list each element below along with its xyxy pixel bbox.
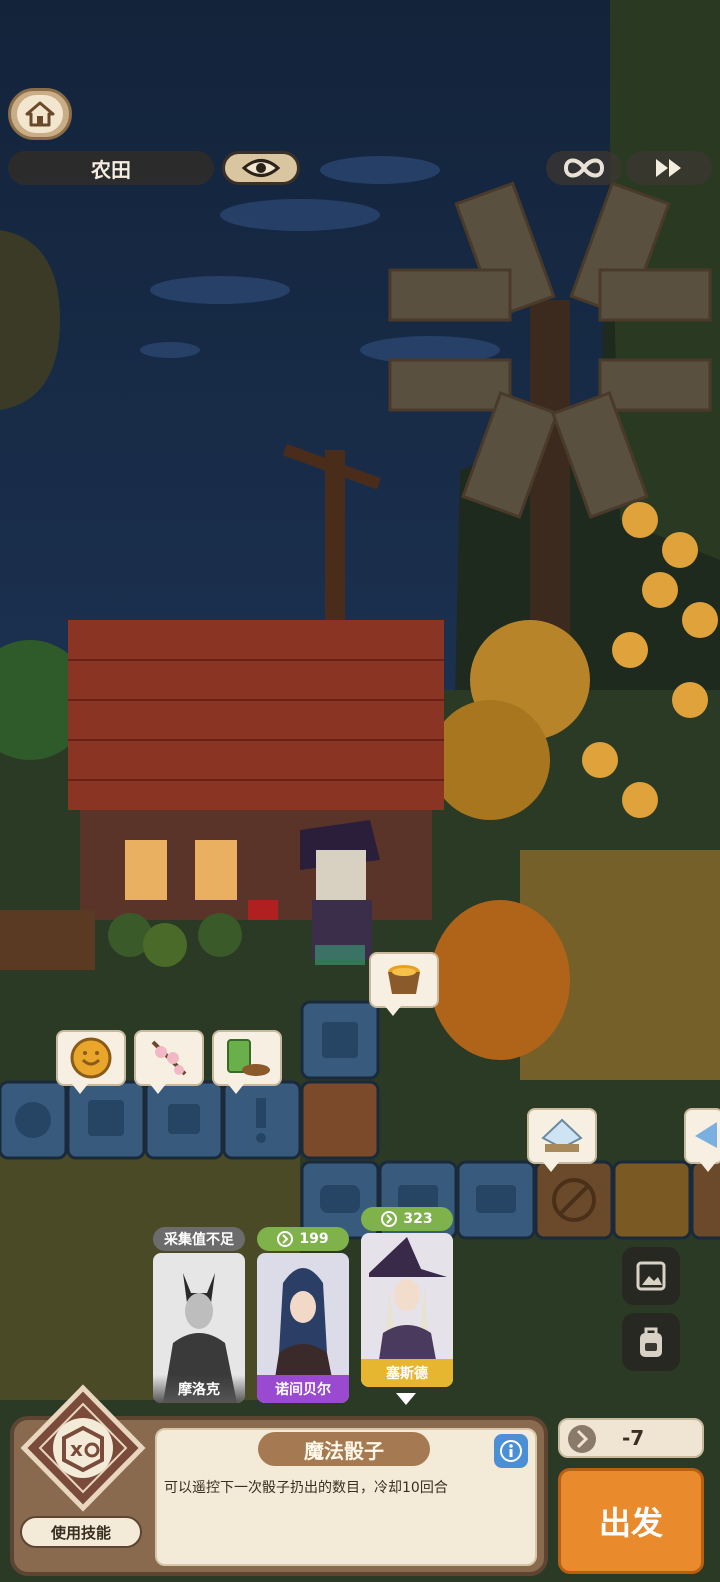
selected-indicator-icon	[396, 1393, 416, 1405]
collect-icon	[277, 1231, 294, 1247]
crystal-icon	[695, 1122, 717, 1148]
character-card-nuobeier[interactable]: 诺间贝尔	[257, 1253, 349, 1403]
coin-icon	[70, 1037, 112, 1079]
skill-title: 魔法骰子	[258, 1432, 430, 1466]
partial-bubble[interactable]	[684, 1108, 720, 1172]
fast-forward-icon	[656, 159, 681, 177]
value-text: 199	[299, 1231, 329, 1247]
resource-counter: -7	[558, 1418, 704, 1458]
card-value-badge: 323	[361, 1207, 453, 1231]
gold-coin-bubble[interactable]	[56, 1030, 126, 1094]
character-name: 摩洛克	[153, 1375, 245, 1403]
home-button[interactable]	[8, 88, 72, 140]
location-label: 农田	[8, 151, 214, 185]
crystal-bubble[interactable]	[527, 1108, 597, 1172]
collect-icon	[381, 1211, 398, 1227]
character-name: 诺间贝尔	[257, 1375, 349, 1403]
card-value-badge: 199	[257, 1227, 349, 1251]
flower-branch-bubble[interactable]	[134, 1030, 204, 1094]
value-text: 323	[403, 1211, 433, 1227]
info-icon	[500, 1440, 522, 1462]
blossom-icon	[151, 1040, 187, 1076]
gallery-icon	[636, 1261, 666, 1291]
character-card-moloch[interactable]: 摩洛克	[153, 1253, 245, 1403]
gallery-button[interactable]	[622, 1247, 680, 1305]
backpack-icon	[640, 1327, 662, 1357]
card-status-badge: 采集值不足	[153, 1227, 245, 1251]
backpack-button[interactable]	[622, 1313, 680, 1371]
location-name: 农田	[91, 157, 131, 182]
character-name: 塞斯德	[361, 1359, 453, 1387]
svg-text:x: x	[70, 1437, 83, 1461]
character-card-saisde[interactable]: 塞斯德	[361, 1233, 453, 1387]
seed-bag-bubble[interactable]	[212, 1030, 282, 1094]
crystal-icon	[541, 1118, 583, 1152]
infinity-icon	[563, 158, 605, 178]
skill-info-button[interactable]	[494, 1434, 528, 1468]
go-button[interactable]: 出发	[558, 1468, 704, 1574]
skill-description: 可以遥控下一次骰子扔出的数目，冷却10回合	[164, 1480, 448, 1496]
game-scene	[0, 0, 720, 1582]
auto-play-button[interactable]	[546, 151, 622, 185]
collect-icon	[568, 1425, 596, 1453]
use-skill-button[interactable]: 使用技能	[20, 1516, 142, 1548]
pudding-reward-bubble[interactable]	[369, 952, 439, 1016]
pudding-icon	[388, 965, 420, 994]
seed-bag-icon	[227, 1039, 270, 1076]
home-icon	[25, 101, 55, 127]
fast-forward-button[interactable]	[626, 151, 712, 185]
eye-icon	[242, 159, 280, 177]
status-text: 采集值不足	[164, 1232, 234, 1248]
magic-dice-skill-icon[interactable]: x	[20, 1384, 146, 1514]
resource-count: -7	[622, 1426, 645, 1450]
view-toggle-button[interactable]	[222, 151, 300, 185]
